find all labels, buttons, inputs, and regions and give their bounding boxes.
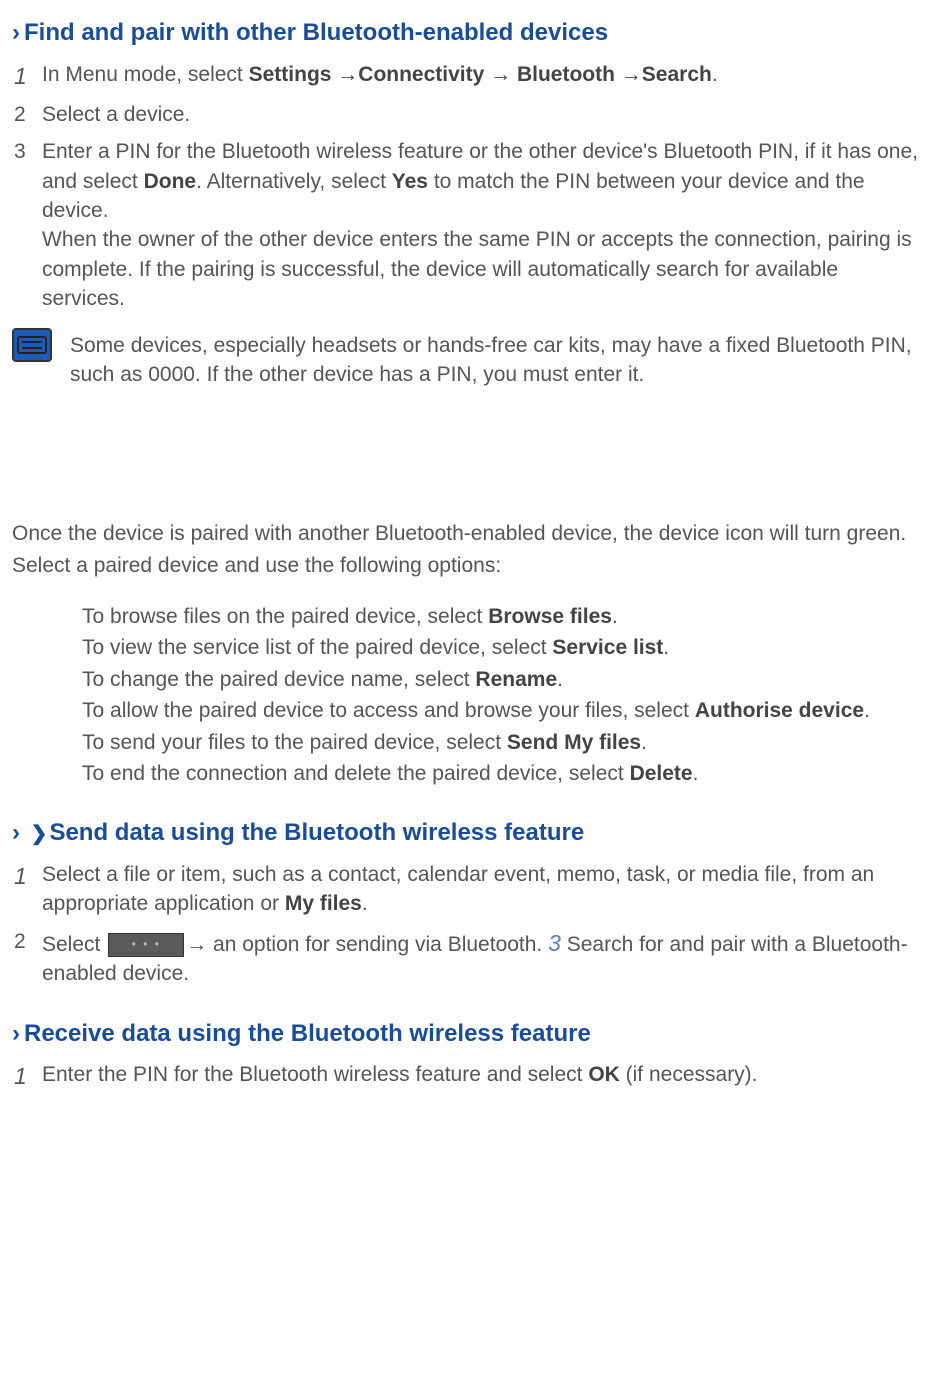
text: When the owner of the other device enter… [42, 225, 926, 313]
step-number: 2 [12, 100, 42, 129]
text: . Alternatively, select [196, 170, 392, 193]
step-number: 1 [12, 60, 42, 92]
ok-label: OK [588, 1063, 620, 1086]
text: To allow the paired device to access and… [12, 699, 695, 722]
option-item: To end the connection and delete the pai… [82, 759, 926, 788]
step-number: 1 [12, 1060, 42, 1092]
paired-intro: Once the device is paired with another B… [12, 519, 926, 580]
step-content: Enter a PIN for the Bluetooth wireless f… [42, 137, 926, 313]
step-row: 1 In Menu mode, select Settings →Connect… [12, 60, 926, 92]
step-content: Select a file or item, such as a contact… [42, 860, 926, 919]
text: To change the paired device name, select [82, 668, 475, 691]
step-content: Select → an option for sending via Bluet… [42, 927, 926, 989]
step-content: Enter the PIN for the Bluetooth wireless… [42, 1060, 926, 1089]
text: To view the service list of the paired d… [82, 636, 552, 659]
step-number: 3 [12, 137, 42, 166]
authorise-device-label: Authorise device [695, 699, 864, 722]
chevron-icon: › [12, 819, 20, 846]
note-icon [12, 328, 52, 362]
yes-label: Yes [392, 170, 428, 193]
browse-files-label: Browse files [488, 605, 612, 628]
text: . [362, 892, 368, 915]
section-heading: ›Receive data using the Bluetooth wirele… [12, 1017, 926, 1051]
text: Once the device is paired with another B… [12, 519, 926, 548]
option-item: To send your files to the paired device,… [82, 728, 926, 757]
option-item: To view the service list of the paired d… [82, 633, 926, 662]
step-number: 1 [12, 860, 42, 892]
text: Select a paired device and use the follo… [12, 551, 926, 580]
step-row: 3 Enter a PIN for the Bluetooth wireless… [12, 137, 926, 313]
text: Select [42, 933, 106, 956]
my-files-label: My files [285, 892, 362, 915]
step-row: 2 Select → an option for sending via Blu… [12, 927, 926, 989]
step-row: 1 Select a file or item, such as a conta… [12, 860, 926, 919]
text: Select a file or item, such as a contact… [42, 863, 874, 915]
more-menu-icon [108, 933, 184, 957]
chevron-icon: › [12, 19, 20, 46]
text: → an option for sending via Bluetooth. [186, 933, 548, 956]
options-list: To browse files on the paired device, se… [12, 602, 926, 788]
text: (if necessary). [620, 1063, 758, 1086]
section-heading: › ❯Send data using the Bluetooth wireles… [12, 816, 926, 850]
heading-text: Send data using the Bluetooth wireless f… [49, 819, 584, 846]
text: . [712, 63, 718, 86]
step-row: 1 Enter the PIN for the Bluetooth wirele… [12, 1060, 926, 1092]
send-my-files-label: Send My files [507, 731, 641, 754]
section-heading: ›Find and pair with other Bluetooth-enab… [12, 16, 926, 50]
text: To end the connection and delete the pai… [82, 762, 630, 785]
step-row: 2 Select a device. [12, 100, 926, 129]
heading-text: Receive data using the Bluetooth wireles… [24, 1020, 591, 1047]
inline-step-number: 3 [548, 930, 561, 956]
done-label: Done [144, 170, 197, 193]
text: Enter the PIN for the Bluetooth wireless… [42, 1063, 588, 1086]
chevron-icon: ❯ [31, 823, 48, 845]
delete-label: Delete [630, 762, 693, 785]
option-item: To allow the paired device to access and… [82, 696, 926, 725]
option-item: To browse files on the paired device, se… [82, 602, 926, 631]
rename-label: Rename [475, 668, 557, 691]
chevron-icon: › [12, 1020, 20, 1047]
option-item: To change the paired device name, select… [82, 665, 926, 694]
text: In Menu mode, select [42, 63, 249, 86]
text: To browse files on the paired device, se… [82, 605, 488, 628]
menu-path: Settings →Connectivity → Bluetooth →Sear… [249, 63, 712, 86]
service-list-label: Service list [552, 636, 663, 659]
text: To send your files to the paired device,… [82, 731, 507, 754]
heading-text: Find and pair with other Bluetooth-enabl… [24, 19, 608, 46]
note-block: Some devices, especially headsets or han… [12, 328, 926, 390]
step-content: Select a device. [42, 100, 926, 129]
step-number: 2 [12, 927, 42, 956]
step-content: In Menu mode, select Settings →Connectiv… [42, 60, 926, 89]
note-text: Some devices, especially headsets or han… [70, 331, 926, 390]
